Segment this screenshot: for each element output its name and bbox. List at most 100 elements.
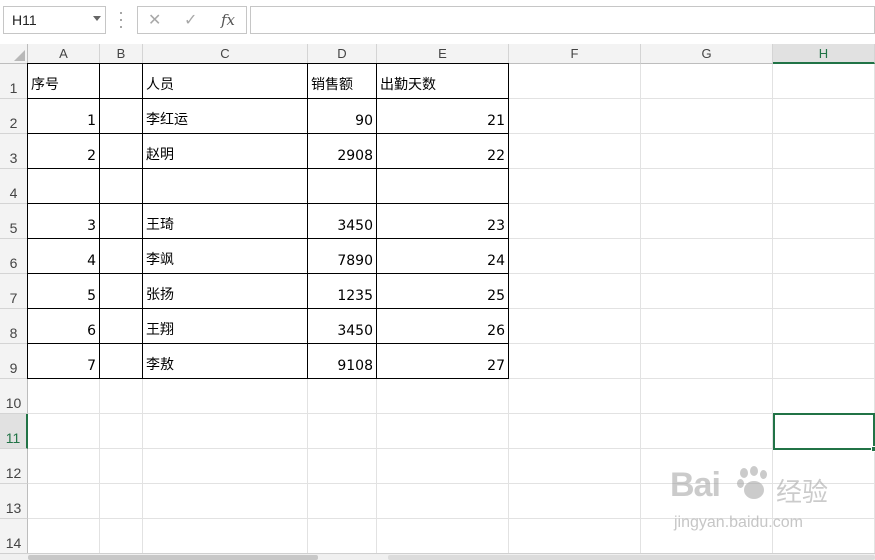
row-header-9[interactable]: 9 [0,344,28,379]
sheet-tabs-area[interactable] [28,555,318,560]
cell-d5[interactable]: 3450 [308,204,377,239]
cell-e2[interactable]: 21 [377,99,509,134]
cell-d6[interactable]: 7890 [308,239,377,274]
cell-d14[interactable] [308,519,377,554]
cell-c5[interactable]: 王琦 [143,204,308,239]
cell-h7[interactable] [773,274,875,309]
scrollbar-thumb[interactable] [388,555,875,560]
cell-h10[interactable] [773,379,875,414]
row-header-10[interactable]: 10 [0,379,28,414]
cell-d3[interactable]: 2908 [308,134,377,169]
cell-a12[interactable] [28,449,100,484]
cell-b3[interactable] [100,134,143,169]
cell-d4[interactable] [308,169,377,204]
cell-c1[interactable]: 人员 [143,63,308,99]
cell-a2[interactable]: 1 [27,99,100,134]
cell-c7[interactable]: 张扬 [143,274,308,309]
cell-e7[interactable]: 25 [377,274,509,309]
cell-a1[interactable]: 序号 [27,63,100,99]
cell-f8[interactable] [509,309,641,344]
cell-g2[interactable] [641,99,773,134]
horizontal-scrollbar[interactable] [0,553,875,560]
cell-g9[interactable] [641,344,773,379]
cell-b2[interactable] [100,99,143,134]
cell-g8[interactable] [641,309,773,344]
cell-h5[interactable] [773,204,875,239]
cell-g5[interactable] [641,204,773,239]
row-header-5[interactable]: 5 [0,204,28,239]
row-header-6[interactable]: 6 [0,239,28,274]
cell-d12[interactable] [308,449,377,484]
cell-h9[interactable] [773,344,875,379]
cell-a8[interactable]: 6 [27,309,100,344]
enter-icon[interactable]: ✓ [184,10,197,29]
cell-e12[interactable] [377,449,509,484]
cell-c13[interactable] [143,484,308,519]
cell-b4[interactable] [100,169,143,204]
chevron-down-icon[interactable] [93,16,101,21]
column-header-g[interactable]: G [641,44,773,64]
cell-f5[interactable] [509,204,641,239]
column-header-b[interactable]: B [100,44,143,64]
cell-b8[interactable] [100,309,143,344]
cell-c8[interactable]: 王翔 [143,309,308,344]
cell-g3[interactable] [641,134,773,169]
cell-a6[interactable]: 4 [27,239,100,274]
name-box[interactable]: H11 [3,6,106,34]
insert-function-icon[interactable]: fx [221,11,235,29]
cell-h4[interactable] [773,169,875,204]
cell-a14[interactable] [28,519,100,554]
cell-b12[interactable] [100,449,143,484]
cell-b7[interactable] [100,274,143,309]
cell-f2[interactable] [509,99,641,134]
more-options-icon[interactable] [119,12,123,28]
cell-e13[interactable] [377,484,509,519]
cell-f1[interactable] [509,64,641,99]
cell-c2[interactable]: 李红运 [143,99,308,134]
cell-f6[interactable] [509,239,641,274]
cell-b14[interactable] [100,519,143,554]
formula-input[interactable] [250,6,875,34]
cell-h3[interactable] [773,134,875,169]
cell-a7[interactable]: 5 [27,274,100,309]
row-header-1[interactable]: 1 [0,64,28,99]
cell-c12[interactable] [143,449,308,484]
cell-b5[interactable] [100,204,143,239]
cell-h1[interactable] [773,64,875,99]
column-header-e[interactable]: E [377,44,509,64]
cell-a9[interactable]: 7 [27,344,100,379]
cell-c10[interactable] [143,379,308,414]
cell-g4[interactable] [641,169,773,204]
column-header-a[interactable]: A [28,44,100,64]
cell-e14[interactable] [377,519,509,554]
cell-f9[interactable] [509,344,641,379]
cell-c3[interactable]: 赵明 [143,134,308,169]
fill-handle[interactable] [871,446,875,452]
cell-d13[interactable] [308,484,377,519]
cell-c11[interactable] [143,414,308,449]
cell-h8[interactable] [773,309,875,344]
row-header-14[interactable]: 14 [0,519,28,554]
cell-g7[interactable] [641,274,773,309]
cell-h6[interactable] [773,239,875,274]
cell-e11[interactable] [377,414,509,449]
cell-b10[interactable] [100,379,143,414]
cell-g11[interactable] [641,414,773,449]
cell-e9[interactable]: 27 [377,344,509,379]
cell-a3[interactable]: 2 [27,134,100,169]
row-header-7[interactable]: 7 [0,274,28,309]
row-header-2[interactable]: 2 [0,99,28,134]
cell-c4[interactable] [143,169,308,204]
cell-f3[interactable] [509,134,641,169]
cancel-icon[interactable]: ✕ [148,10,161,29]
cell-d10[interactable] [308,379,377,414]
row-header-12[interactable]: 12 [0,449,28,484]
cell-g10[interactable] [641,379,773,414]
row-header-4[interactable]: 4 [0,169,28,204]
cell-e5[interactable]: 23 [377,204,509,239]
cell-b6[interactable] [100,239,143,274]
cell-b1[interactable] [100,63,143,99]
column-header-d[interactable]: D [308,44,377,64]
cell-d9[interactable]: 9108 [308,344,377,379]
column-header-c[interactable]: C [143,44,308,64]
